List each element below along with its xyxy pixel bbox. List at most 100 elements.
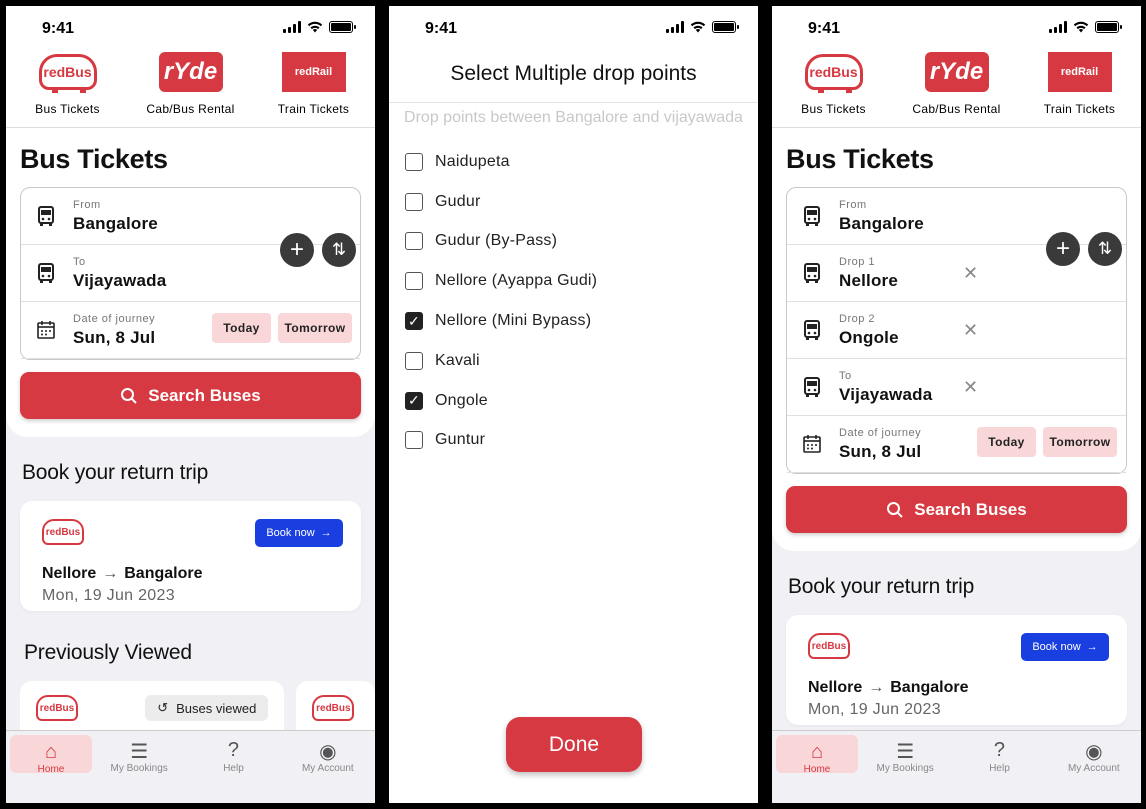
from-field[interactable]: From Bangalore bbox=[21, 188, 360, 245]
today-chip[interactable]: Today bbox=[977, 427, 1036, 457]
status-bar: 9:41 bbox=[772, 6, 1141, 46]
signal-icon bbox=[1049, 21, 1067, 33]
search-card: Bus Tickets From Bangalore To Vijayawada D… bbox=[6, 128, 375, 437]
drop-point-option[interactable]: Naidupeta bbox=[389, 142, 758, 182]
tab-label: My Bookings bbox=[876, 763, 934, 774]
brand-cab-rental[interactable]: rYde Cab/Bus Rental bbox=[902, 46, 1012, 127]
drop-point-option[interactable]: Guntur bbox=[389, 421, 758, 461]
today-chip[interactable]: Today bbox=[212, 313, 271, 343]
swap-icon: ⇅ bbox=[1097, 239, 1113, 258]
drop-point-option[interactable]: Kavali bbox=[389, 341, 758, 381]
add-drop-button[interactable]: + bbox=[280, 233, 314, 267]
return-trip-card[interactable]: redBus Book now → Nellore → Bangalore Mon, … bbox=[20, 501, 361, 611]
to-label: To bbox=[839, 369, 852, 382]
return-trip-heading: Book your return trip bbox=[22, 461, 209, 484]
checkbox[interactable] bbox=[405, 192, 423, 211]
to-label: To bbox=[73, 255, 86, 268]
brand-bus-tickets[interactable]: redBus Bus Tickets bbox=[13, 46, 123, 127]
help-icon: ? bbox=[227, 739, 240, 761]
search-form: From Bangalore Drop 1 Nellore ✕ Drop 2 Ongo… bbox=[786, 187, 1127, 474]
return-trip-card[interactable]: redBus Book now → Nellore → Bangalore Mon, … bbox=[786, 615, 1127, 725]
tomorrow-chip[interactable]: Tomorrow bbox=[278, 313, 352, 343]
drop-point-option[interactable]: Nellore (Ayappa Gudi) bbox=[389, 261, 758, 301]
arrow-right-icon: → bbox=[868, 679, 885, 696]
checkbox-checked[interactable]: ✓ bbox=[405, 312, 423, 331]
tab-help[interactable]: ? Help bbox=[186, 731, 280, 803]
redbus-logo: redBus bbox=[38, 54, 97, 93]
brand-label: Bus Tickets bbox=[35, 102, 100, 116]
date-field[interactable]: Date of journey Sun, 8 Jul Today Tomorrow bbox=[21, 302, 360, 359]
drop-point-option[interactable]: ✓ Nellore (Mini Bypass) bbox=[389, 301, 758, 341]
bus-icon bbox=[804, 320, 820, 340]
drop-point-option[interactable]: Gudur bbox=[389, 182, 758, 222]
date-field[interactable]: Date of journey Sun, 8 Jul Today Tomorrow bbox=[787, 416, 1126, 473]
battery-icon bbox=[712, 21, 739, 33]
search-icon bbox=[121, 387, 137, 404]
tomorrow-chip[interactable]: Tomorrow bbox=[1043, 427, 1117, 457]
checkbox-checked[interactable]: ✓ bbox=[405, 391, 423, 410]
tab-home[interactable]: ⌂ Home bbox=[10, 735, 92, 775]
tab-my-bookings[interactable]: ☰ My Bookings bbox=[92, 731, 186, 803]
history-icon: ↺ bbox=[157, 700, 169, 715]
drop1-value: Nellore bbox=[839, 270, 899, 290]
remove-to-close-icon[interactable]: ✕ bbox=[963, 377, 978, 398]
checkbox[interactable] bbox=[405, 272, 423, 291]
brand-nav: redBus Bus Tickets rYde Cab/Bus Rental r… bbox=[772, 46, 1141, 128]
arrow-right-icon: → bbox=[320, 527, 332, 539]
checkbox[interactable] bbox=[405, 351, 423, 370]
swap-button[interactable]: ⇅ bbox=[322, 233, 356, 267]
brand-cab-rental[interactable]: rYde Cab/Bus Rental bbox=[136, 46, 246, 127]
buses-viewed-chip[interactable]: ↺ Buses viewed bbox=[145, 695, 269, 721]
date-label: Date of journey bbox=[839, 426, 922, 439]
checklist-icon: ☰ bbox=[130, 741, 149, 763]
page-title: Bus Tickets bbox=[20, 144, 168, 174]
tab-help[interactable]: ? Help bbox=[952, 731, 1046, 803]
bus-icon bbox=[804, 263, 820, 283]
search-icon bbox=[887, 501, 903, 518]
screen-bus-tickets-multi-drop: 9:41 redBus Bus Tickets rYde Cab/Bus Ren… bbox=[772, 6, 1141, 803]
brand-train-tickets[interactable]: redRail Train Tickets bbox=[1025, 46, 1135, 127]
tab-my-account[interactable]: ◉ My Account bbox=[281, 731, 375, 803]
book-now-button[interactable]: Book now → bbox=[1021, 633, 1109, 661]
status-time: 9:41 bbox=[808, 20, 841, 37]
return-trip-heading: Book your return trip bbox=[788, 575, 975, 598]
arrow-right-icon: → bbox=[1086, 641, 1098, 653]
remove-drop2-close-icon[interactable]: ✕ bbox=[963, 320, 978, 341]
to-field[interactable]: To Vijayawada ✕ bbox=[787, 359, 1126, 416]
tab-my-account[interactable]: ◉ My Account bbox=[1047, 731, 1141, 803]
book-now-button[interactable]: Book now → bbox=[255, 519, 343, 547]
swap-button[interactable]: ⇅ bbox=[1088, 232, 1122, 266]
tab-my-bookings[interactable]: ☰ My Bookings bbox=[858, 731, 952, 803]
tab-label: Home bbox=[803, 764, 831, 775]
checklist-icon: ☰ bbox=[896, 741, 915, 763]
remove-drop1-close-icon[interactable]: ✕ bbox=[963, 263, 978, 284]
status-time: 9:41 bbox=[42, 20, 75, 37]
previously-viewed-heading: Previously Viewed bbox=[24, 641, 192, 664]
brand-train-tickets[interactable]: redRail Train Tickets bbox=[259, 46, 369, 127]
redrail-logo: redRail bbox=[281, 52, 346, 92]
route: Nellore → Bangalore bbox=[42, 565, 339, 583]
date-label: Date of journey bbox=[73, 312, 156, 325]
bus-icon bbox=[38, 263, 54, 283]
checkbox[interactable] bbox=[405, 232, 423, 251]
drop2-field[interactable]: Drop 2 Ongole ✕ bbox=[787, 302, 1126, 359]
swap-icon: ⇅ bbox=[331, 240, 347, 259]
bus-icon bbox=[804, 377, 820, 397]
brand-bus-tickets[interactable]: redBus Bus Tickets bbox=[779, 46, 889, 127]
option-label: Nellore (Mini Bypass) bbox=[435, 312, 592, 330]
search-buses-button[interactable]: Search Buses bbox=[786, 486, 1127, 533]
done-button[interactable]: Done bbox=[506, 717, 642, 772]
search-buses-button[interactable]: Search Buses bbox=[20, 372, 361, 419]
tab-home[interactable]: ⌂ Home bbox=[776, 735, 858, 775]
modal-subtitle: Drop points between Bangalore and vijaya… bbox=[389, 102, 758, 142]
brand-label: Cab/Bus Rental bbox=[146, 102, 235, 116]
date-value: Sun, 8 Jul bbox=[839, 441, 922, 461]
checkbox[interactable] bbox=[405, 431, 423, 450]
plus-icon: + bbox=[1055, 235, 1070, 262]
drop-point-option[interactable]: ✓ Ongole bbox=[389, 381, 758, 421]
tab-label: My Account bbox=[1067, 763, 1120, 774]
wifi-icon bbox=[1073, 21, 1089, 33]
checkbox[interactable] bbox=[405, 152, 423, 171]
drop-point-option[interactable]: Gudur (By-Pass) bbox=[389, 222, 758, 262]
add-drop-button[interactable]: + bbox=[1046, 232, 1080, 266]
